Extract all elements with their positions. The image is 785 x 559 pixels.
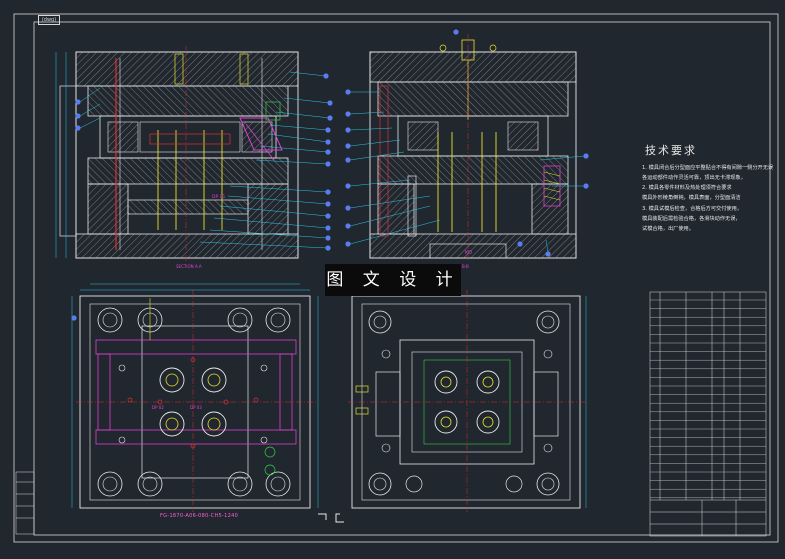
tech-req-line: 模具装配后需检验合格，各滑块动作无误， <box>642 216 741 222</box>
technical-requirements-title: 技术要求 <box>645 144 697 157</box>
section-view-right: KO B-B <box>369 34 577 269</box>
tech-req-line: 3. 模具试模后检查，合格后方可交付使用， <box>642 206 742 212</box>
plan-view-right <box>348 290 587 512</box>
section-label-b: B-B <box>462 264 469 269</box>
part-number: FG-1870-A06-080-CH5-1240 <box>160 513 239 519</box>
tech-req-line: 各运动部件动作灵活可靠，顶出无卡滞现象， <box>642 175 746 181</box>
drawing-tag: (dwg) <box>38 15 60 25</box>
ko-label: KO <box>465 250 472 256</box>
tech-req-line: 模具外形棱角倒钝，模具表面，分型面清洁 <box>642 195 741 201</box>
section-view-left: DP 01 SECTION A-A <box>55 46 299 269</box>
tech-req-line: 1. 模具闭合后分型面应平整贴合不得有间隙一侧分开无误 <box>642 165 774 171</box>
tech-req-line: 2. 模具各零件材料及热处理须符合要求 <box>642 185 732 191</box>
tech-req-line: 试模合格，出厂使用。 <box>642 226 694 232</box>
dim-label: DP 01 <box>212 194 225 200</box>
plan-view-left: DP 02 DP 03 <box>71 283 319 512</box>
title-block <box>650 499 766 536</box>
dim-label-2: DP 02 <box>152 405 164 410</box>
section-label: SECTION A-A <box>176 264 202 269</box>
watermark-banner: 图 文 设 计 <box>325 264 461 296</box>
bom-rows <box>650 299 766 498</box>
dim-label-4: DP 03 <box>190 405 202 410</box>
rev-block <box>15 471 35 535</box>
bom-table <box>649 291 767 537</box>
view-indicator <box>318 513 344 523</box>
